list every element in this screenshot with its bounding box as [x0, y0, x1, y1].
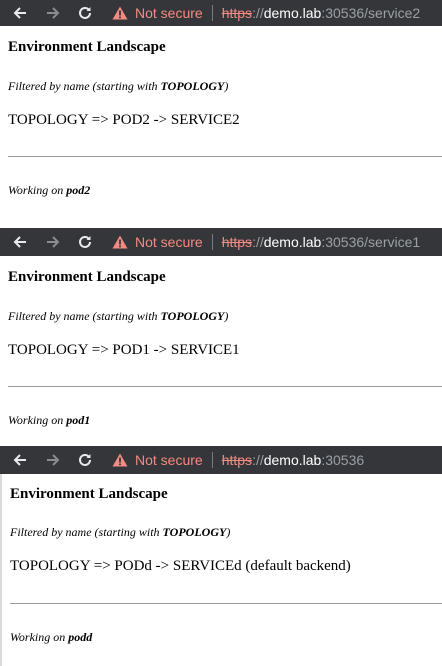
filter-prefix: Filtered by name (starting with [8, 79, 161, 93]
address-bar[interactable]: Not secure https://demo.lab:30536/servic… [112, 0, 420, 26]
filter-term: TOPOLOGY [162, 525, 227, 539]
not-secure-label[interactable]: Not secure [135, 5, 203, 21]
reload-icon [79, 6, 91, 19]
reload-button[interactable] [77, 0, 93, 26]
arrow-left-icon [13, 7, 26, 19]
working-note: Working on pod2 [8, 183, 90, 198]
warning-triangle-icon[interactable] [112, 235, 128, 249]
filter-prefix: Filtered by name (starting with [10, 525, 163, 539]
reload-icon [79, 453, 91, 466]
arrow-right-icon [47, 7, 60, 19]
arrow-right-icon [47, 236, 60, 248]
not-secure-label[interactable]: Not secure [135, 234, 203, 250]
url-scheme: https [221, 452, 253, 468]
route-line: TOPOLOGY => POD1 -> SERVICE1 [8, 342, 240, 358]
divider [10, 603, 442, 604]
forward-button[interactable] [45, 228, 61, 256]
divider [8, 386, 442, 387]
reload-button[interactable] [77, 446, 93, 474]
route-line: TOPOLOGY => POD2 -> SERVICE2 [8, 112, 240, 128]
reload-icon [79, 235, 91, 248]
browser-panel-3: Not secure https://demo.lab:30536 Enviro… [0, 446, 442, 666]
divider [8, 156, 442, 157]
arrow-left-icon [13, 454, 26, 466]
browser-panel-1: Not secure https://demo.lab:30536/servic… [0, 0, 442, 226]
filter-suffix: ) [226, 525, 231, 539]
url-separator: :// [252, 5, 264, 21]
address-bar[interactable]: Not secure https://demo.lab:30536 [112, 446, 364, 474]
filter-term: TOPOLOGY [160, 79, 225, 93]
not-secure-label[interactable]: Not secure [135, 452, 203, 468]
url-host: demo.lab [263, 452, 322, 468]
working-note: Working on pod1 [8, 413, 90, 428]
filter-note: Filtered by name (starting with TOPOLOGY… [10, 525, 230, 540]
forward-button[interactable] [45, 0, 61, 26]
address-bar[interactable]: Not secure https://demo.lab:30536/servic… [112, 228, 420, 256]
filter-note: Filtered by name (starting with TOPOLOGY… [8, 79, 228, 94]
page-title: Environment Landscape [8, 269, 166, 285]
address-divider [211, 452, 213, 468]
working-pod: podd [68, 630, 93, 644]
reload-button[interactable] [77, 228, 93, 256]
window-edge [0, 474, 2, 666]
back-button[interactable] [12, 228, 28, 256]
url-path: :30536/service1 [321, 234, 421, 250]
url-separator: :// [252, 452, 264, 468]
url-host: demo.lab [263, 234, 322, 250]
route-line: TOPOLOGY => PODd -> SERVICEd (default ba… [10, 558, 351, 574]
url-path: :30536 [321, 452, 365, 468]
working-prefix: Working on [8, 183, 67, 197]
browser-panel-2: Not secure https://demo.lab:30536/servic… [0, 228, 442, 446]
working-pod: pod1 [66, 413, 91, 427]
url-host: demo.lab [263, 5, 322, 21]
filter-suffix: ) [224, 309, 229, 323]
url-scheme: https [221, 234, 253, 250]
working-prefix: Working on [8, 413, 67, 427]
forward-button[interactable] [45, 446, 61, 474]
browser-toolbar: Not secure https://demo.lab:30536/servic… [0, 228, 442, 256]
filter-suffix: ) [224, 79, 229, 93]
warning-triangle-icon[interactable] [112, 453, 128, 467]
back-button[interactable] [12, 446, 28, 474]
back-button[interactable] [12, 0, 28, 26]
url-path: :30536/service2 [321, 5, 421, 21]
filter-note: Filtered by name (starting with TOPOLOGY… [8, 309, 228, 324]
filter-prefix: Filtered by name (starting with [8, 309, 161, 323]
warning-triangle-icon[interactable] [112, 6, 128, 20]
arrow-left-icon [13, 236, 26, 248]
address-divider [211, 5, 213, 21]
arrow-right-icon [47, 454, 60, 466]
working-note: Working on podd [10, 630, 92, 645]
page-title: Environment Landscape [8, 39, 166, 55]
working-prefix: Working on [10, 630, 69, 644]
url-separator: :// [252, 234, 264, 250]
working-pod: pod2 [66, 183, 91, 197]
browser-toolbar: Not secure https://demo.lab:30536 [0, 446, 442, 474]
address-divider [211, 234, 213, 250]
page-title: Environment Landscape [10, 486, 168, 502]
url-scheme: https [221, 5, 253, 21]
browser-toolbar: Not secure https://demo.lab:30536/servic… [0, 0, 442, 26]
filter-term: TOPOLOGY [160, 309, 225, 323]
